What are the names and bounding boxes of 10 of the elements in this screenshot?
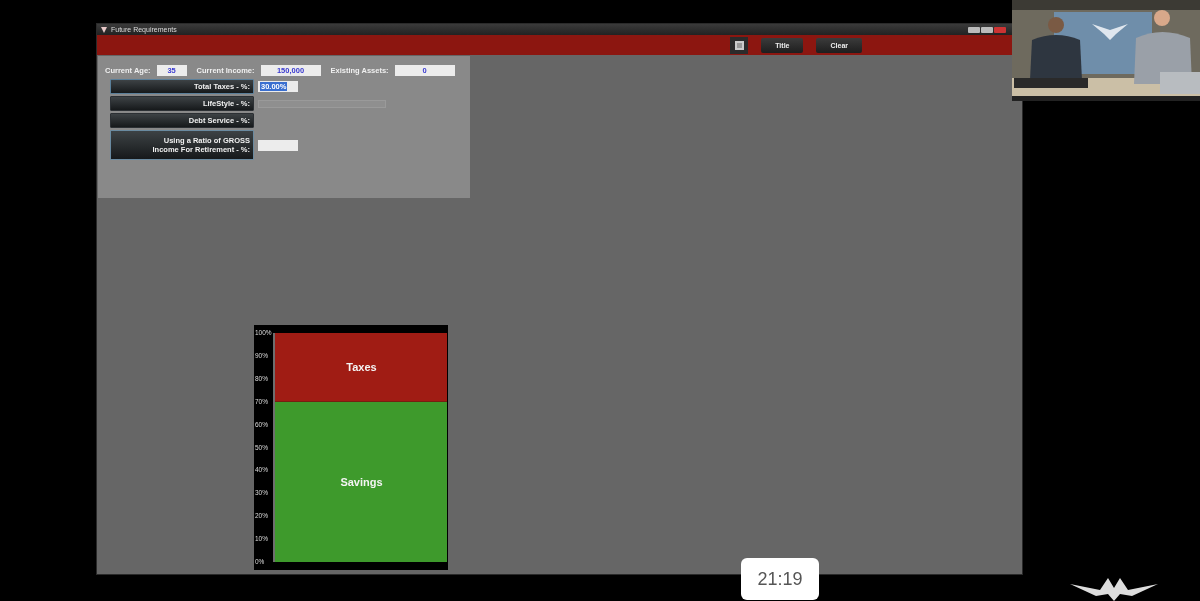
segment-label: Savings: [340, 475, 383, 488]
calculator-icon: [734, 40, 744, 50]
logo-icon: [1070, 576, 1158, 601]
calculator-button[interactable]: [730, 36, 749, 54]
minimize-button[interactable]: [968, 26, 980, 33]
app-icon: [101, 26, 107, 33]
maximize-button[interactable]: [981, 26, 993, 33]
segment-label: Taxes: [346, 361, 377, 374]
input-field[interactable]: [258, 139, 298, 151]
time-badge: 21:19: [741, 558, 819, 600]
